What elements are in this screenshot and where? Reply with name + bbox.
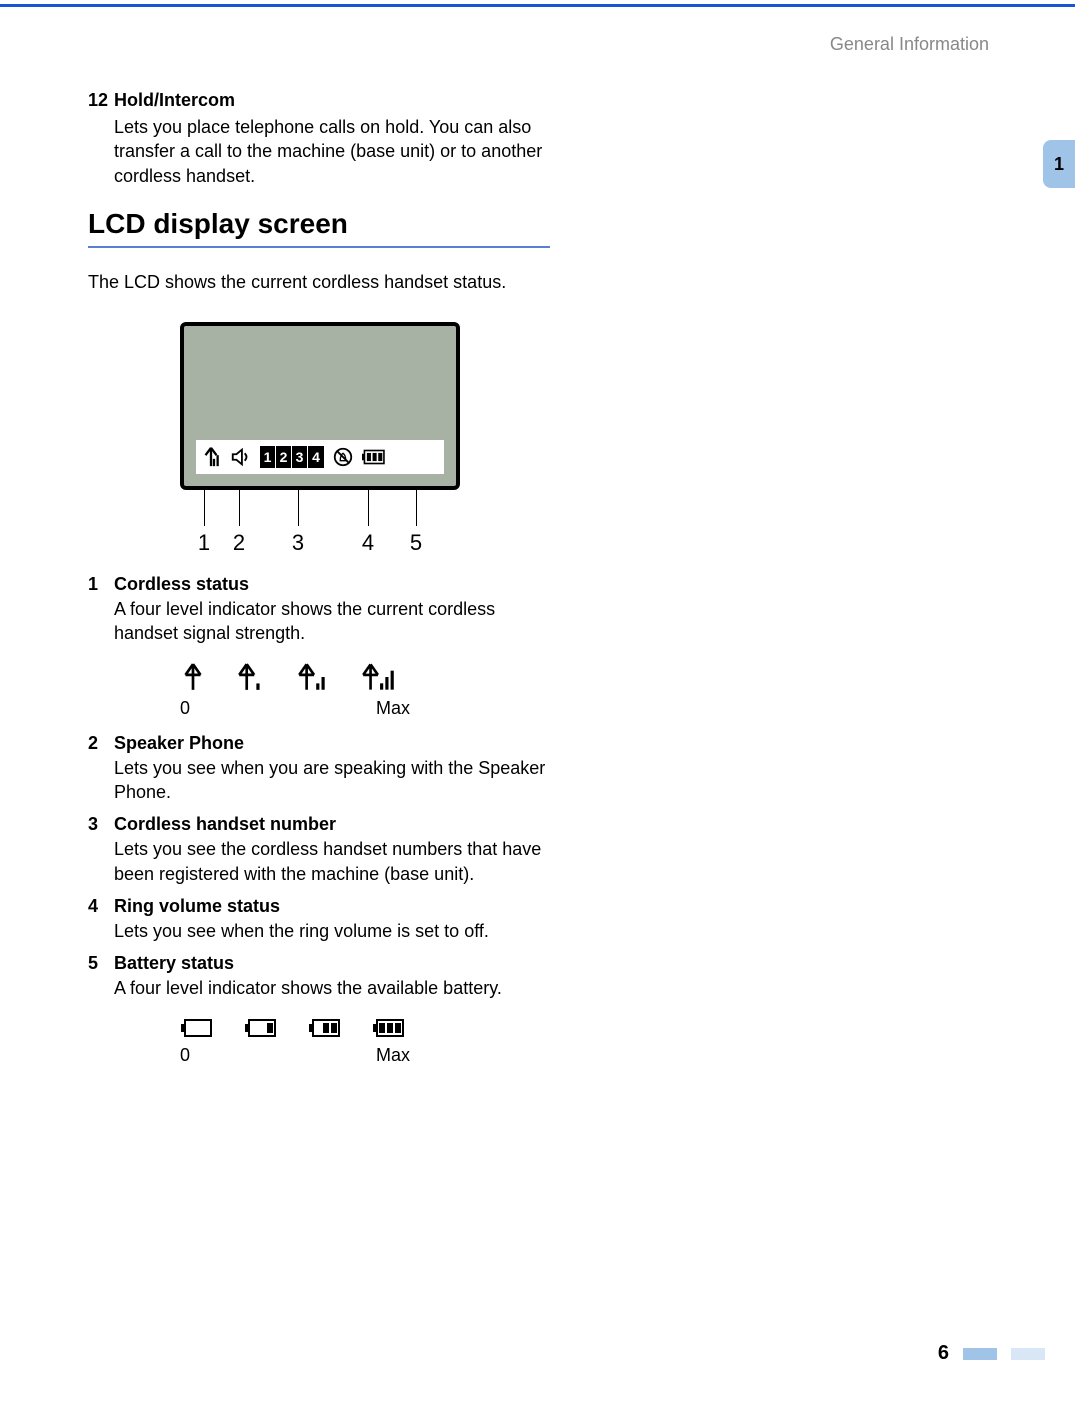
legend-2-num: 2	[88, 733, 114, 754]
legend-3-body: Lets you see the cordless handset number…	[114, 837, 550, 886]
signal-level-row	[180, 662, 550, 692]
callout-label-3: 3	[292, 530, 304, 556]
legend-4-num: 4	[88, 896, 114, 917]
item-12-number: 12	[88, 90, 114, 111]
legend-2-title: Speaker Phone	[114, 733, 244, 753]
callout-label-5: 5	[410, 530, 422, 556]
speaker-icon	[230, 446, 252, 468]
legend-item-5: 5Battery status A four level indicator s…	[88, 953, 550, 1065]
legend-2-body: Lets you see when you are speaking with …	[114, 756, 550, 805]
item-12-heading: 12Hold/Intercom	[88, 90, 550, 111]
lcd-figure: 1 2 3 4 1 2 3 4 5	[180, 322, 550, 554]
section-lead: The LCD shows the current cordless hands…	[88, 270, 550, 294]
legend-5-body: A four level indicator shows the availab…	[114, 976, 550, 1000]
chapter-tab: 1	[1043, 140, 1075, 188]
page-number: 6	[938, 1342, 949, 1365]
handset-number-4: 4	[308, 446, 324, 468]
legend-item-1: 1Cordless status A four level indicator …	[88, 574, 550, 719]
legend-item-3: 3Cordless handset number Lets you see th…	[88, 814, 550, 886]
signal-icon	[200, 446, 222, 468]
header-section-label: General Information	[830, 34, 989, 55]
callout-tick-2	[239, 490, 240, 526]
callout-label-1: 1	[198, 530, 210, 556]
battery-max-label: Max	[376, 1045, 410, 1066]
top-rule	[0, 4, 1075, 7]
callout-tick-3	[298, 490, 299, 526]
callout-label-2: 2	[233, 530, 245, 556]
battery-level-1-icon	[244, 1017, 278, 1039]
signal-level-1-icon	[236, 662, 266, 692]
item-12-body: Lets you place telephone calls on hold. …	[114, 115, 550, 188]
lcd-screen: 1 2 3 4	[180, 322, 460, 490]
battery-scale-labels: 0 Max	[180, 1045, 410, 1066]
lcd-callouts: 1 2 3 4 5	[180, 490, 460, 554]
signal-max-label: Max	[376, 698, 410, 719]
handset-number-3: 3	[292, 446, 308, 468]
legend-item-4: 4Ring volume status Lets you see when th…	[88, 896, 550, 943]
legend-5-num: 5	[88, 953, 114, 974]
legend-item-2: 2Speaker Phone Lets you see when you are…	[88, 733, 550, 805]
item-12-title: Hold/Intercom	[114, 90, 235, 110]
signal-scale-labels: 0 Max	[180, 698, 410, 719]
ringer-off-icon	[332, 446, 354, 468]
handset-number-1: 1	[260, 446, 276, 468]
legend-1-body: A four level indicator shows the current…	[114, 597, 550, 646]
section-heading: LCD display screen	[88, 208, 550, 248]
signal-level-3-icon	[360, 662, 398, 692]
legend-3-title: Cordless handset number	[114, 814, 336, 834]
legend-5-title: Battery status	[114, 953, 234, 973]
footer-bar-2	[1011, 1348, 1045, 1360]
footer: 6	[938, 1342, 1045, 1365]
signal-level-2-icon	[296, 662, 330, 692]
handset-number-boxes: 1 2 3 4	[260, 446, 324, 468]
legend-4-title: Ring volume status	[114, 896, 280, 916]
callout-tick-1	[204, 490, 205, 526]
battery-level-row	[180, 1017, 550, 1039]
battery-level-2-icon	[308, 1017, 342, 1039]
legend-3-num: 3	[88, 814, 114, 835]
handset-number-2: 2	[276, 446, 292, 468]
legend-4-body: Lets you see when the ring volume is set…	[114, 919, 550, 943]
callout-tick-5	[416, 490, 417, 526]
signal-level-0-icon	[180, 662, 206, 692]
battery-icon	[362, 448, 388, 466]
content-column: 12Hold/Intercom Lets you place telephone…	[88, 90, 550, 1080]
footer-bar-1	[963, 1348, 997, 1360]
battery-min-label: 0	[180, 1045, 190, 1066]
legend-list: 1Cordless status A four level indicator …	[88, 574, 550, 1065]
callout-label-4: 4	[362, 530, 374, 556]
battery-level-3-icon	[372, 1017, 406, 1039]
battery-level-0-icon	[180, 1017, 214, 1039]
legend-1-num: 1	[88, 574, 114, 595]
signal-min-label: 0	[180, 698, 190, 719]
callout-tick-4	[368, 490, 369, 526]
item-12: 12Hold/Intercom Lets you place telephone…	[88, 90, 550, 188]
lcd-status-strip: 1 2 3 4	[196, 440, 444, 474]
legend-1-title: Cordless status	[114, 574, 249, 594]
